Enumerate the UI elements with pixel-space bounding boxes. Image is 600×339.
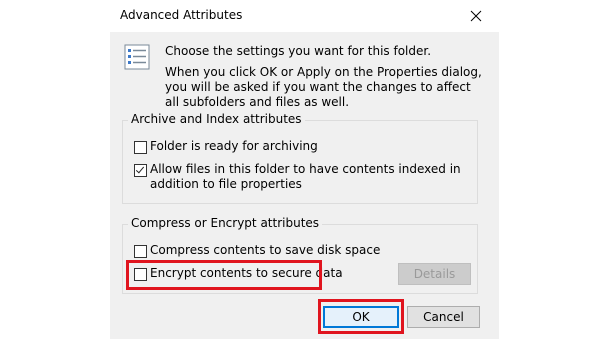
indexing-checkbox-row[interactable]: Allow files in this folder to have conte… bbox=[134, 162, 470, 192]
indexing-checkbox[interactable] bbox=[134, 164, 147, 177]
title-bar: Advanced Attributes bbox=[110, 0, 499, 32]
info-heading: Choose the settings you want for this fo… bbox=[165, 44, 432, 58]
compress-checkbox[interactable] bbox=[134, 245, 147, 258]
close-button[interactable] bbox=[453, 0, 499, 32]
encrypt-checkbox-row[interactable]: Encrypt contents to secure data bbox=[134, 266, 343, 281]
compress-checkbox-row[interactable]: Compress contents to save disk space bbox=[134, 243, 380, 258]
archive-group-label: Archive and Index attributes bbox=[128, 112, 305, 126]
archiving-checkbox[interactable] bbox=[134, 141, 147, 154]
info-description: When you click OK or Apply on the Proper… bbox=[165, 65, 482, 109]
compress-encrypt-group: Compress or Encrypt attributes Compress … bbox=[122, 216, 478, 294]
archiving-checkbox-row[interactable]: Folder is ready for archiving bbox=[134, 139, 318, 154]
compress-label: Compress contents to save disk space bbox=[150, 243, 381, 257]
indexing-label: Allow files in this folder to have conte… bbox=[150, 162, 461, 191]
encrypt-checkbox[interactable] bbox=[134, 268, 147, 281]
dialog-title: Advanced Attributes bbox=[120, 8, 243, 22]
advanced-attributes-dialog: Advanced Attributes Choose the settings … bbox=[110, 0, 499, 339]
details-button[interactable]: Details bbox=[398, 263, 471, 285]
ok-button[interactable]: OK bbox=[323, 306, 399, 328]
close-icon bbox=[470, 10, 482, 22]
attributes-list-icon bbox=[124, 44, 150, 70]
compress-group-label: Compress or Encrypt attributes bbox=[128, 216, 323, 230]
archive-index-group: Archive and Index attributes Folder is r… bbox=[122, 112, 478, 204]
archiving-label: Folder is ready for archiving bbox=[150, 139, 318, 153]
encrypt-label: Encrypt contents to secure data bbox=[150, 266, 343, 280]
cancel-button[interactable]: Cancel bbox=[407, 306, 480, 328]
